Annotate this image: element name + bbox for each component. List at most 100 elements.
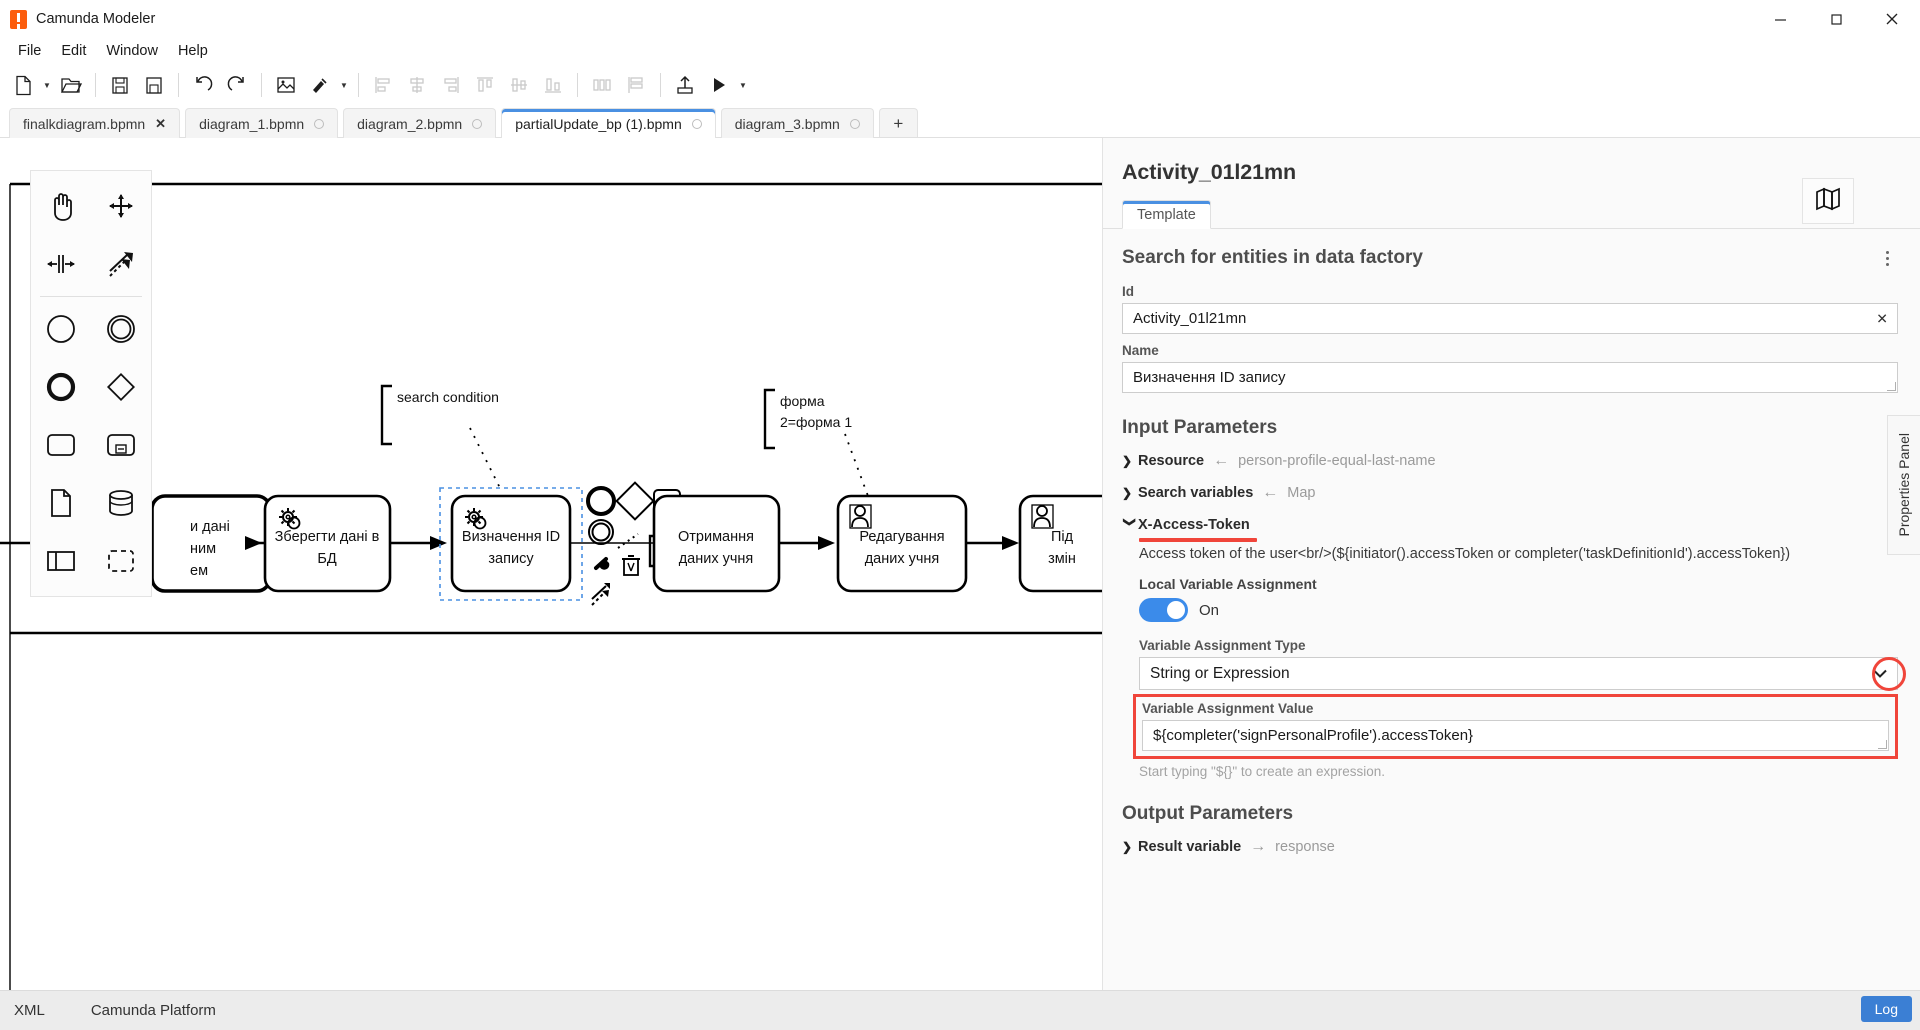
data-object-icon[interactable]: [31, 474, 91, 532]
tab-diagram-3[interactable]: diagram_3.bpmn: [720, 108, 874, 138]
name-input[interactable]: Визначення ID запису: [1122, 362, 1898, 393]
menu-edit[interactable]: Edit: [51, 40, 96, 62]
connect-arrow-icon: [591, 583, 610, 606]
chevron-down-icon: ❯: [1123, 517, 1137, 528]
menu-window[interactable]: Window: [96, 40, 168, 62]
palette-row: [31, 532, 151, 590]
start-event-icon[interactable]: [31, 300, 91, 358]
svg-text:Під: Під: [1051, 529, 1074, 545]
id-field-group: Id Activity_01l21mn ✕: [1122, 284, 1898, 334]
run-icon[interactable]: [702, 69, 736, 101]
tab-label: partialUpdate_bp (1).bpmn: [515, 115, 682, 132]
tab-finalkdiagram[interactable]: finalkdiagram.bpmn ✕: [9, 108, 181, 138]
local-variable-assignment-toggle-row: On: [1139, 598, 1898, 622]
group-icon[interactable]: [91, 532, 151, 590]
tab-diagram-1[interactable]: diagram_1.bpmn: [185, 108, 339, 138]
hand-tool-icon[interactable]: [31, 177, 91, 235]
intermediate-event-icon[interactable]: [91, 300, 151, 358]
align-tool-caret[interactable]: ▼: [337, 69, 351, 101]
menu-help[interactable]: Help: [168, 40, 218, 62]
align-bottom-icon: [536, 69, 570, 101]
bpmn-palette[interactable]: [30, 170, 152, 597]
status-xml-button[interactable]: XML: [14, 1002, 45, 1019]
palette-divider: [40, 296, 142, 297]
name-field-group: Name Визначення ID запису: [1122, 343, 1898, 393]
undo-icon[interactable]: [186, 69, 220, 101]
end-event-icon[interactable]: [31, 358, 91, 416]
variable-assignment-value-label: Variable Assignment Value: [1142, 701, 1314, 716]
unsaved-dot-icon[interactable]: [691, 118, 702, 129]
output-param-result-variable[interactable]: ❯ Result variable → response: [1122, 831, 1898, 863]
maximize-icon[interactable]: [1808, 0, 1864, 38]
chevron-down-icon[interactable]: [1873, 665, 1887, 683]
open-file-icon[interactable]: [54, 69, 88, 101]
unsaved-dot-icon[interactable]: [849, 118, 860, 129]
lasso-tool-icon[interactable]: [91, 177, 151, 235]
save-as-icon[interactable]: [137, 69, 171, 101]
palette-row: [31, 416, 151, 474]
resize-grip-icon[interactable]: [1887, 382, 1896, 391]
connect-tool-icon[interactable]: [91, 235, 151, 293]
toolbar-separator: [358, 73, 359, 97]
close-icon[interactable]: [1864, 0, 1920, 38]
clear-icon[interactable]: ✕: [1876, 310, 1888, 327]
align-center-horizontal-icon: [400, 69, 434, 101]
tab-template[interactable]: Template: [1122, 200, 1211, 229]
new-file-dropdown-caret[interactable]: ▼: [40, 69, 54, 101]
svg-text:БД: БД: [317, 551, 337, 567]
close-icon[interactable]: ✕: [155, 117, 166, 130]
export-image-icon[interactable]: [269, 69, 303, 101]
minimap-toggle-button[interactable]: [1802, 178, 1854, 224]
param-value: response: [1275, 839, 1335, 855]
data-store-icon[interactable]: [91, 474, 151, 532]
status-engine-label[interactable]: Camunda Platform: [91, 1002, 216, 1019]
window-title: Camunda Modeler: [36, 11, 156, 27]
param-value: Map: [1287, 485, 1316, 501]
palette-row: [31, 358, 151, 416]
param-label: X-Access-Token: [1138, 517, 1250, 533]
participant-icon[interactable]: [31, 532, 91, 590]
deploy-icon[interactable]: [668, 69, 702, 101]
page-title: Activity_01l21mn: [1122, 160, 1297, 184]
map-icon: [1815, 187, 1841, 216]
properties-panel-toggle[interactable]: Properties Panel: [1887, 415, 1920, 555]
tab-partialupdate-bp[interactable]: partialUpdate_bp (1).bpmn: [501, 108, 716, 138]
resize-grip-icon[interactable]: [1878, 740, 1887, 749]
toolbar-separator: [660, 73, 661, 97]
gateway-icon[interactable]: [91, 358, 151, 416]
tab-label: diagram_2.bpmn: [357, 115, 463, 132]
run-caret[interactable]: ▼: [736, 69, 750, 101]
main-area: и дані ним ем Зберегти дані в БД Визначе…: [0, 138, 1920, 991]
id-input[interactable]: Activity_01l21mn ✕: [1122, 303, 1898, 334]
new-tab-button[interactable]: +: [878, 108, 918, 138]
toolbar-separator: [577, 73, 578, 97]
input-param-x-access-token[interactable]: ❯ X-Access-Token: [1122, 509, 1898, 542]
unsaved-dot-icon[interactable]: [472, 118, 483, 129]
more-options-icon[interactable]: [1876, 247, 1898, 269]
arrow-left-icon: ←: [1213, 452, 1230, 469]
subprocess-icon[interactable]: [91, 416, 151, 474]
local-variable-assignment-toggle[interactable]: [1139, 598, 1188, 622]
variable-assignment-value: ${completer('signPersonalProfile').acces…: [1153, 727, 1474, 744]
new-file-icon[interactable]: [6, 69, 40, 101]
variable-assignment-type-select[interactable]: String or Expression: [1139, 657, 1898, 690]
param-label: Search variables: [1138, 485, 1254, 501]
variable-assignment-value-input[interactable]: ${completer('signPersonalProfile').acces…: [1142, 720, 1889, 751]
toggle-state-label: On: [1199, 601, 1220, 619]
minimize-icon[interactable]: [1752, 0, 1808, 38]
expression-hint: Start typing "${}" to create an expressi…: [1139, 764, 1385, 779]
save-icon[interactable]: [103, 69, 137, 101]
x-access-token-description: Access token of the user<br/>(${initiato…: [1139, 546, 1791, 562]
chevron-right-icon: ❯: [1122, 840, 1133, 854]
redo-icon[interactable]: [220, 69, 254, 101]
menu-file[interactable]: File: [8, 40, 51, 62]
unsaved-dot-icon[interactable]: [314, 118, 325, 129]
input-param-resource[interactable]: ❯ Resource ← person-profile-equal-last-n…: [1122, 445, 1898, 477]
task-icon[interactable]: [31, 416, 91, 474]
arrow-right-icon: →: [1250, 838, 1267, 855]
tab-diagram-2[interactable]: diagram_2.bpmn: [343, 108, 497, 138]
input-param-search-variables[interactable]: ❯ Search variables ← Map: [1122, 477, 1898, 509]
log-button[interactable]: Log: [1860, 996, 1912, 1022]
space-tool-icon[interactable]: [31, 235, 91, 293]
align-tool-icon[interactable]: [303, 69, 337, 101]
